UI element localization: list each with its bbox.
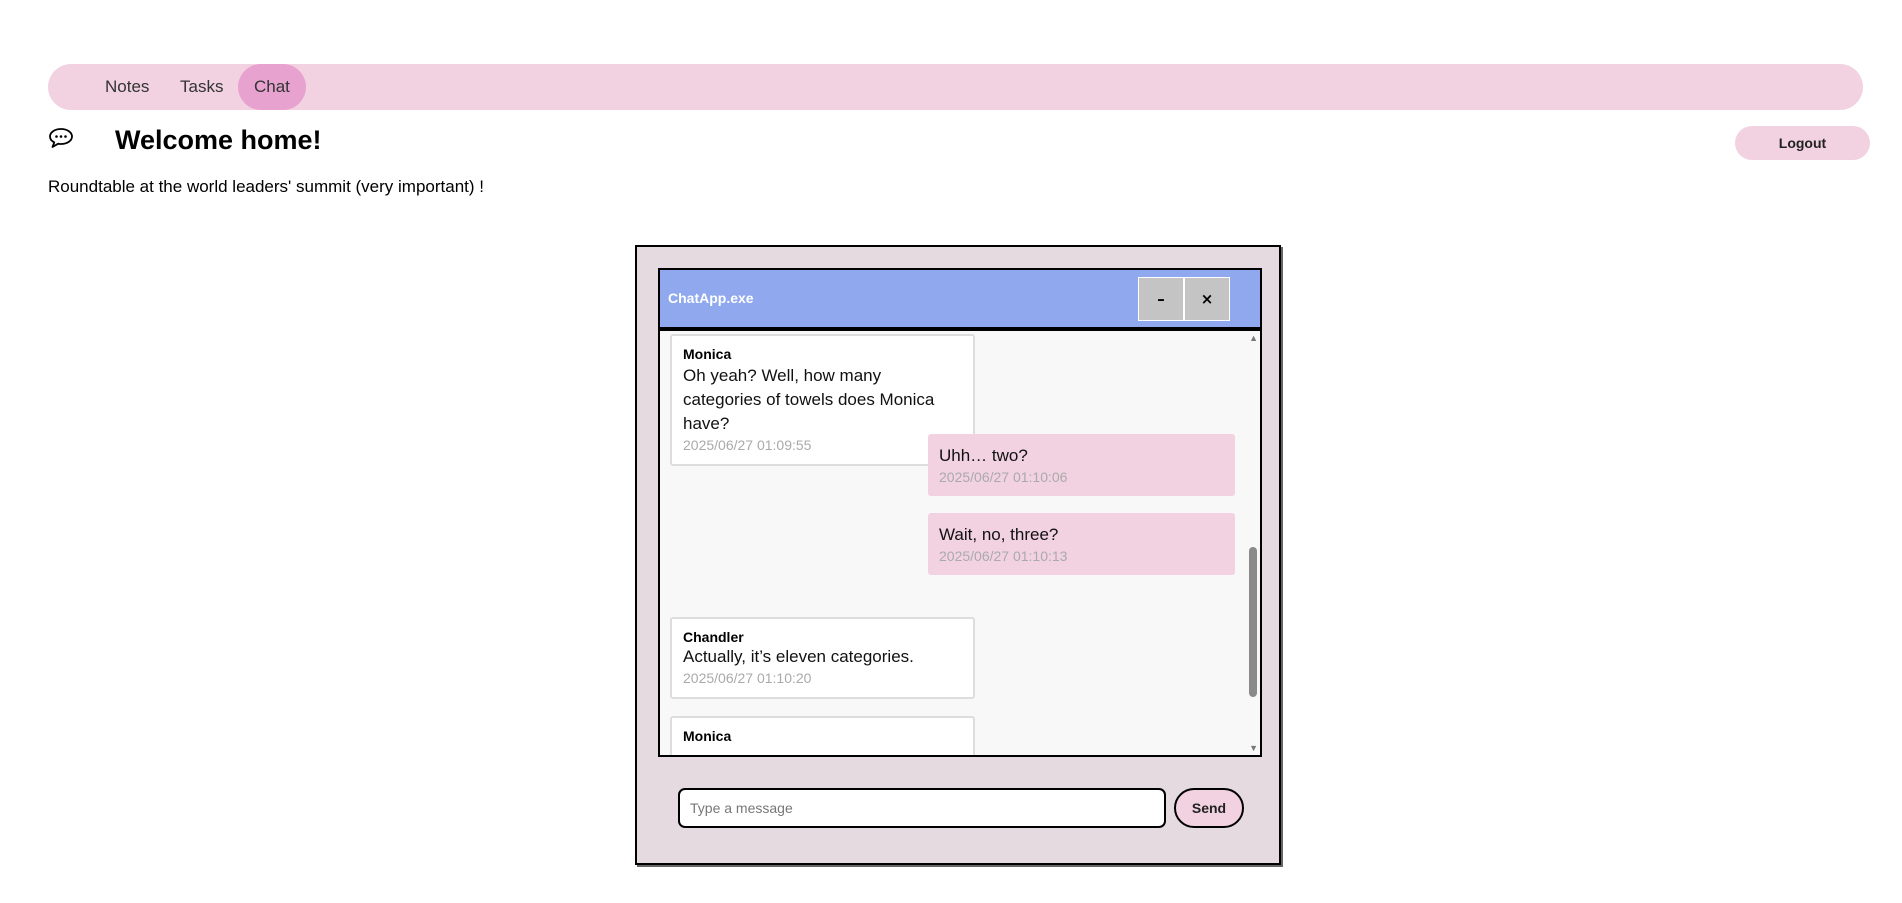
message-timestamp: 2025/06/27 01:10:06 bbox=[939, 469, 1068, 485]
message-sender: Monica bbox=[683, 728, 732, 744]
chat-container: ChatApp.exe – × Monica Oh yeah? Well, ho… bbox=[635, 245, 1281, 865]
message-input[interactable] bbox=[678, 788, 1166, 828]
chat-window: ChatApp.exe – × Monica Oh yeah? Well, ho… bbox=[658, 268, 1262, 757]
message-received: Chandler Actually, it’s eleven categorie… bbox=[670, 617, 975, 699]
scrollbar-thumb[interactable] bbox=[1249, 547, 1257, 697]
page-subtitle: Roundtable at the world leaders' summit … bbox=[48, 177, 484, 196]
title-bar[interactable]: ChatApp.exe – × bbox=[660, 270, 1260, 331]
message-sender: Chandler bbox=[683, 629, 744, 645]
message-text: Uhh… two? bbox=[939, 446, 1028, 465]
message-timestamp: 2025/06/27 01:10:13 bbox=[939, 548, 1068, 564]
message-list[interactable]: Monica Oh yeah? Well, how many categorie… bbox=[660, 331, 1260, 755]
page-title: Welcome home! bbox=[115, 125, 322, 155]
window-title: ChatApp.exe bbox=[668, 290, 754, 306]
message-text: Wait, no, three? bbox=[939, 525, 1059, 544]
nav-tasks[interactable]: Tasks bbox=[180, 64, 223, 110]
nav-chat[interactable]: Chat bbox=[238, 64, 306, 110]
logout-button[interactable]: Logout bbox=[1735, 126, 1870, 160]
message-received: Monica bbox=[670, 716, 975, 755]
nav-notes[interactable]: Notes bbox=[105, 64, 149, 110]
message-text: Actually, it’s eleven categories. bbox=[683, 647, 914, 666]
message-sent: Wait, no, three? 2025/06/27 01:10:13 bbox=[928, 513, 1235, 575]
message-timestamp: 2025/06/27 01:10:20 bbox=[683, 670, 812, 686]
scroll-up-arrow-icon[interactable]: ▲ bbox=[1249, 333, 1258, 343]
scroll-down-arrow-icon[interactable]: ▼ bbox=[1249, 743, 1258, 753]
message-sent: Uhh… two? 2025/06/27 01:10:06 bbox=[928, 434, 1235, 496]
send-button[interactable]: Send bbox=[1174, 788, 1244, 828]
chat-bubble-icon bbox=[49, 128, 73, 148]
message-text: Oh yeah? Well, how many categories of to… bbox=[683, 366, 935, 433]
minimize-button[interactable]: – bbox=[1138, 277, 1184, 321]
top-nav: Notes Tasks Chat bbox=[48, 64, 1863, 110]
message-timestamp: 2025/06/27 01:09:55 bbox=[683, 437, 812, 453]
close-button[interactable]: × bbox=[1184, 277, 1230, 321]
message-sender: Monica bbox=[683, 346, 732, 362]
